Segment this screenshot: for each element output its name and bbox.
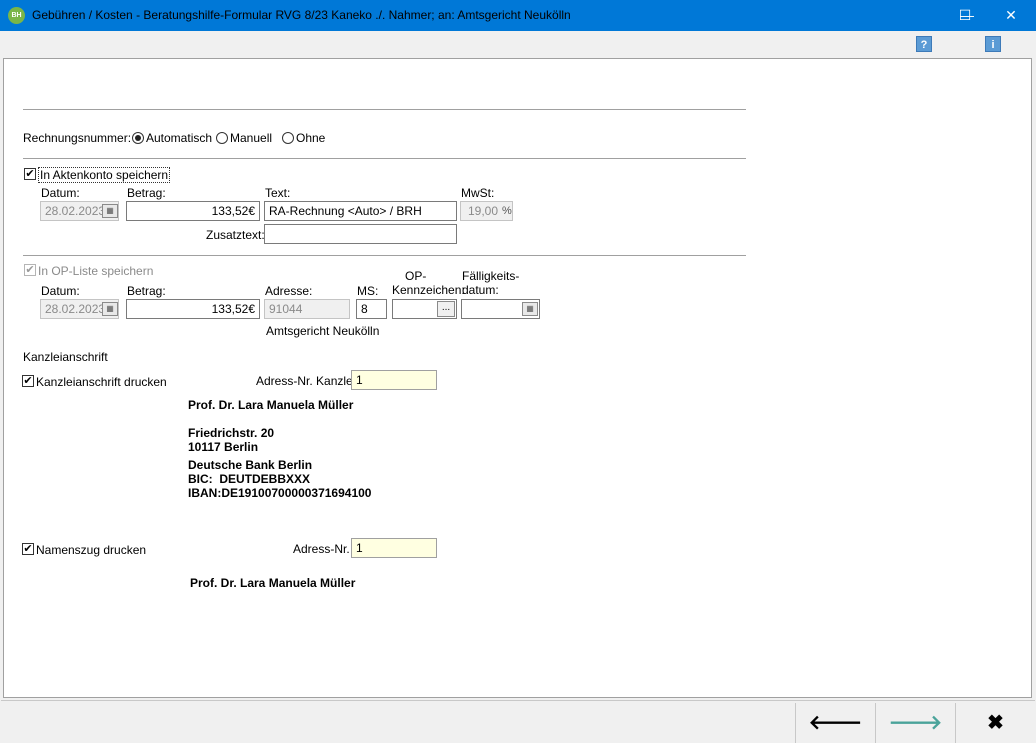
help-icon[interactable]: ?	[916, 36, 932, 52]
opliste-checkbox[interactable]: ✔	[24, 264, 36, 276]
kanzlei-bic: BIC: DEUTDEBBXXX	[188, 472, 311, 486]
maximize-icon: ☐	[958, 7, 972, 23]
ms-label: MS:	[357, 284, 379, 298]
kanzlei-name: Prof. Dr. Lara Manuela Müller	[188, 398, 354, 412]
op-betrag-field[interactable]: 133,52€	[126, 299, 260, 319]
divider	[23, 109, 746, 110]
datum-label: Datum:	[41, 186, 80, 200]
ms-field[interactable]: 8	[356, 299, 387, 319]
namenszug-name: Prof. Dr. Lara Manuela Müller	[190, 576, 356, 590]
zusatztext-field[interactable]	[264, 224, 457, 244]
op-kennzeichen-label-1: OP-	[405, 269, 427, 283]
radio-automatisch[interactable]	[132, 132, 144, 144]
rechnungsnummer-label: Rechnungsnummer:	[23, 131, 132, 145]
kanzlei-street: Friedrichstr. 20	[188, 426, 275, 440]
op-betrag-label: Betrag:	[127, 284, 166, 298]
namenszug-adress-nr-label: Adress-Nr.	[293, 542, 350, 556]
radio-ohne-label[interactable]: Ohne	[296, 131, 325, 145]
betrag-label: Betrag:	[127, 186, 166, 200]
kanzlei-city: 10117 Berlin	[188, 440, 259, 454]
text-label: Text:	[265, 186, 291, 200]
arrow-right-icon: 🡒	[888, 712, 943, 734]
kanzlei-bank: Deutsche Bank Berlin	[188, 458, 313, 472]
radio-ohne[interactable]	[282, 132, 294, 144]
kanzlei-adress-nr-label: Adress-Nr. Kanzlei	[256, 374, 356, 388]
close-icon: ✕	[1005, 7, 1017, 23]
aktenkonto-checkbox-label[interactable]: In Aktenkonto speichern	[38, 167, 171, 183]
divider	[23, 255, 746, 256]
app-icon: BH	[8, 7, 25, 24]
faelligkeit-label-2: datum:	[462, 283, 499, 297]
info-icon[interactable]: i	[985, 36, 1001, 52]
aktenkonto-text-field[interactable]: RA-Rechnung <Auto> / BRH	[264, 201, 457, 221]
zusatztext-label: Zusatztext:	[206, 228, 265, 242]
cancel-button[interactable]: ✖	[955, 703, 1035, 743]
mwst-unit: %	[502, 205, 512, 217]
aktenkonto-checkbox[interactable]: ✔	[24, 168, 36, 180]
close-window-button[interactable]: ✕	[988, 0, 1034, 31]
back-button[interactable]: 🡐	[795, 703, 875, 743]
radio-manuell[interactable]	[216, 132, 228, 144]
help-bar	[1, 31, 1035, 57]
kanzlei-adress-nr-field[interactable]: 1	[351, 370, 437, 390]
divider	[23, 158, 746, 159]
aktenkonto-betrag-field[interactable]: 133,52€	[126, 201, 260, 221]
kanzleianschrift-heading: Kanzleianschrift	[23, 350, 108, 364]
mwst-label: MwSt:	[461, 186, 495, 200]
adresse-name: Amtsgericht Neukölln	[266, 324, 380, 338]
maximize-button[interactable]: ☐	[942, 0, 988, 31]
op-datum-label: Datum:	[41, 284, 80, 298]
calendar-icon[interactable]: ▦	[102, 302, 118, 316]
adresse-label: Adresse:	[265, 284, 313, 298]
radio-manuell-label[interactable]: Manuell	[230, 131, 272, 145]
namenszug-adress-nr-field[interactable]: 1	[351, 538, 437, 558]
calendar-icon[interactable]: ▦	[102, 204, 118, 218]
calendar-icon[interactable]: ▦	[522, 302, 538, 316]
op-kennzeichen-browse-button[interactable]: ...	[437, 301, 455, 317]
op-kennzeichen-label-2: Kennzeichen:	[392, 283, 465, 297]
namenszug-checkbox[interactable]: ✔	[22, 543, 34, 555]
namenszug-checkbox-label[interactable]: Namenszug drucken	[36, 543, 146, 557]
arrow-left-icon: 🡐	[808, 712, 863, 734]
kanzleianschrift-checkbox-label[interactable]: Kanzleianschrift drucken	[36, 375, 167, 389]
window-title: Gebühren / Kosten - Beratungshilfe-Formu…	[32, 8, 571, 22]
forward-button[interactable]: 🡒	[875, 703, 955, 743]
radio-automatisch-label[interactable]: Automatisch	[146, 131, 212, 145]
opliste-checkbox-label[interactable]: In OP-Liste speichern	[38, 264, 153, 278]
cancel-icon: ✖	[987, 712, 1004, 734]
faelligkeit-label-1: Fälligkeits-	[462, 269, 520, 283]
kanzlei-iban: IBAN:DE19100700000371694100	[188, 486, 372, 500]
kanzleianschrift-checkbox[interactable]: ✔	[22, 375, 34, 387]
adresse-field[interactable]: 91044	[264, 299, 350, 319]
